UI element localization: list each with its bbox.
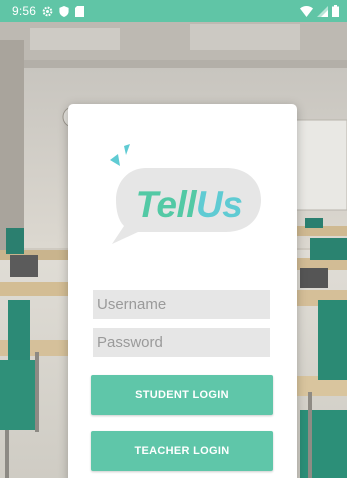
tellus-logo: TellUs bbox=[98, 142, 268, 246]
sparkle-mark-left bbox=[110, 154, 120, 166]
cell-signal-icon bbox=[317, 5, 328, 17]
shield-icon bbox=[59, 5, 69, 17]
student-login-button[interactable]: STUDENT LOGIN bbox=[91, 375, 273, 415]
username-input[interactable] bbox=[93, 290, 270, 319]
login-screen: 9:56 TellUs Username STUDENT LOGIN TEACH… bbox=[0, 0, 347, 478]
sparkle-mark-top bbox=[124, 144, 130, 155]
login-card: TellUs STUDENT LOGIN TEACHER LOGIN bbox=[68, 104, 297, 478]
password-input[interactable] bbox=[93, 328, 270, 357]
teacher-login-button[interactable]: TEACHER LOGIN bbox=[91, 431, 273, 471]
battery-icon bbox=[332, 5, 339, 17]
logo-text-us: Us bbox=[196, 184, 243, 225]
logo-text-tell: Tell bbox=[135, 184, 197, 225]
sd-card-icon bbox=[75, 5, 85, 17]
settings-icon bbox=[42, 6, 53, 17]
wifi-icon bbox=[300, 5, 313, 17]
status-bar: 9:56 bbox=[0, 0, 347, 22]
logo-text: TellUs bbox=[120, 186, 258, 223]
status-time: 9:56 bbox=[12, 4, 37, 18]
